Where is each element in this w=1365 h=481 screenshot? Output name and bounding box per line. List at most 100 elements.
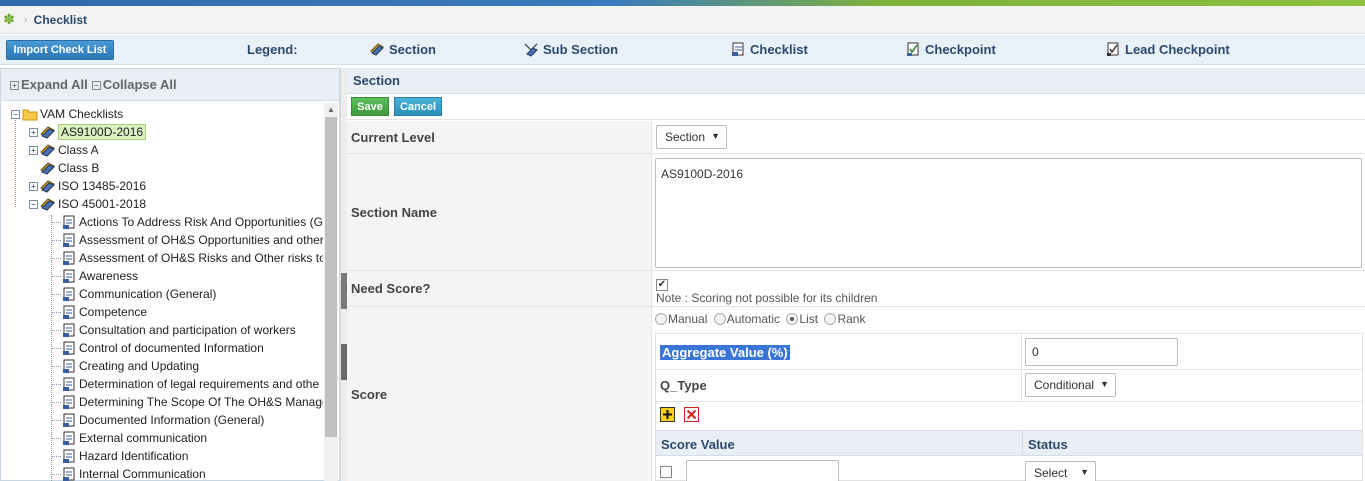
checklist-icon — [63, 215, 75, 229]
page-title: Checklist — [33, 12, 88, 27]
tree-node-checklist[interactable]: Competence — [61, 303, 147, 321]
expand-toggle-icon[interactable]: + — [29, 145, 38, 155]
tree-node-label: Assessment of OH&S Risks and Other risks… — [79, 251, 323, 265]
row-select-checkbox[interactable] — [660, 466, 672, 478]
save-button[interactable]: Save — [351, 97, 389, 116]
aggregate-row: Aggregate Value (%) 0 — [656, 334, 1362, 370]
need-score-checkbox-wrap: ✔ — [656, 276, 668, 291]
tree-connector — [52, 420, 61, 421]
radio-manual[interactable] — [655, 312, 667, 325]
minus-box-icon: − — [91, 81, 101, 91]
section-icon — [40, 162, 55, 175]
radio-automatic-label: Automatic — [726, 311, 781, 326]
tree-node-checklist[interactable]: External communication — [61, 429, 207, 447]
radio-rank[interactable] — [824, 312, 837, 325]
section-name-textarea[interactable]: AS9100D-2016 — [655, 158, 1362, 268]
section-name-label: Section Name — [347, 154, 652, 270]
checklist-icon — [732, 42, 744, 56]
tree-node-class-b[interactable]: Class B — [40, 159, 99, 177]
tree-node-iso-45001[interactable]: − ISO 45001-2018 — [29, 195, 146, 213]
tree-scrollbar[interactable]: ▲ — [324, 103, 338, 481]
checklist-icon — [63, 449, 75, 463]
tree-node-label: Control of documented Information — [79, 341, 264, 355]
tree-node-checklist[interactable]: Assessment of OH&S Opportunities and oth… — [61, 231, 323, 249]
tree-node-checklist[interactable]: Hazard Identification — [61, 447, 188, 465]
chevron-down-icon: ▼ — [711, 131, 720, 141]
checklist-icon — [63, 305, 75, 319]
cancel-button[interactable]: Cancel — [394, 97, 442, 116]
legend-label: Legend: — [247, 42, 298, 57]
chevron-down-icon: ▼ — [1100, 379, 1109, 389]
legend-checkpoint: Checkpoint — [905, 41, 996, 57]
score-table-row: Select ▼ — [656, 456, 1362, 481]
radio-automatic[interactable] — [713, 312, 726, 325]
delete-row-icon[interactable] — [684, 407, 699, 422]
score-value-input[interactable] — [686, 460, 839, 481]
tree-node-checklist[interactable]: Awareness — [61, 267, 138, 285]
tree-node-checklist[interactable]: Control of documented Information — [61, 339, 264, 357]
tree-node-checklist[interactable]: Documented Information (General) — [61, 411, 264, 429]
tree-node-checklist[interactable]: Creating and Updating — [61, 357, 199, 375]
tree-connector — [52, 366, 61, 367]
scrollbar-thumb[interactable] — [325, 117, 337, 437]
tree-connector — [52, 402, 61, 403]
tree-connector — [52, 240, 61, 241]
aggregate-label-cell: Aggregate Value (%) — [656, 334, 1022, 370]
aggregate-label: Aggregate Value (%) — [660, 344, 790, 360]
scroll-up-icon[interactable]: ▲ — [324, 103, 338, 117]
tree-node-checklist[interactable]: Determination of legal requirements and … — [61, 375, 319, 393]
expand-toggle-icon[interactable]: + — [29, 181, 38, 191]
status-select[interactable]: Select ▼ — [1025, 461, 1096, 481]
radio-list[interactable] — [786, 312, 799, 325]
checklist-icon — [63, 395, 75, 409]
tree-node-class-a[interactable]: + Class A — [29, 141, 99, 159]
tree-node-checklist[interactable]: Communication (General) — [61, 285, 216, 303]
tree-node-label: Assessment of OH&S Opportunities and oth… — [79, 233, 323, 247]
collapse-toggle-icon[interactable]: − — [29, 199, 38, 209]
qtype-row: Q_Type Conditional ▼ — [656, 370, 1362, 402]
legend-section: Section — [369, 41, 436, 57]
need-score-row: Need Score? ✔ Note : Scoring not possibl… — [347, 271, 1365, 307]
collapse-all-button[interactable]: − Collapse All — [91, 77, 177, 92]
current-level-select[interactable]: Section ▼ — [656, 125, 727, 149]
home-icon[interactable]: ✽ — [2, 11, 16, 27]
tree-node-iso-13485[interactable]: + ISO 13485-2016 — [29, 177, 146, 195]
tree-node-label: Documented Information (General) — [79, 413, 265, 427]
chevron-down-icon: ▼ — [1080, 467, 1089, 477]
qtype-value: Conditional — [1034, 378, 1095, 392]
collapse-toggle-icon[interactable]: − — [11, 109, 20, 119]
panel-splitter[interactable] — [340, 68, 347, 481]
section-form-panel: Section Save Cancel Current Level Sectio… — [347, 68, 1365, 481]
legend-checklist: Checklist — [730, 41, 808, 57]
tree-connector — [52, 294, 61, 295]
import-checklist-button[interactable]: Import Check List — [6, 40, 114, 60]
expand-all-button[interactable]: + Expand All — [10, 77, 88, 92]
need-score-checkbox[interactable]: ✔ — [656, 278, 668, 291]
section-icon — [40, 126, 55, 139]
tree-node-root[interactable]: − VAM Checklists — [11, 105, 123, 123]
legend-lead-checkpoint-label: Lead Checkpoint — [1125, 41, 1230, 57]
row-actions — [660, 407, 699, 422]
tree-node-checklist[interactable]: Assessment of OH&S Risks and Other risks… — [61, 249, 323, 267]
radio-rank-label: Rank — [837, 311, 866, 326]
tree-connector — [52, 438, 61, 439]
checklist-icon — [63, 413, 75, 427]
tree-node-label: Determining The Scope Of The OH&S Manage — [79, 395, 323, 409]
legend-lead-checkpoint: Lead Checkpoint — [1105, 41, 1230, 57]
checklist-tree: − VAM Checklists + AS9100D-2016 + Class … — [1, 103, 323, 481]
tree-node-checklist[interactable]: Consultation and participation of worker… — [61, 321, 296, 339]
tree-node-as9100d[interactable]: + AS9100D-2016 — [29, 123, 147, 141]
tree-node-checklist[interactable]: Actions To Address Risk And Opportunitie… — [61, 213, 323, 231]
checkpoint-icon — [907, 42, 919, 56]
current-level-label: Current Level — [347, 121, 652, 153]
breadcrumb-separator-icon: › — [24, 13, 28, 26]
folder-icon — [22, 109, 38, 121]
tree-node-checklist[interactable]: Determining The Scope Of The OH&S Manage — [61, 393, 323, 411]
qtype-select[interactable]: Conditional ▼ — [1025, 373, 1116, 397]
tree-node-checklist[interactable]: Internal Communication — [61, 465, 206, 481]
expand-toggle-icon[interactable]: + — [29, 127, 38, 137]
lead-checkpoint-icon — [1107, 42, 1119, 56]
aggregate-value-input[interactable]: 0 — [1025, 338, 1178, 366]
tree-connector — [52, 222, 61, 223]
add-row-icon[interactable] — [660, 407, 675, 422]
